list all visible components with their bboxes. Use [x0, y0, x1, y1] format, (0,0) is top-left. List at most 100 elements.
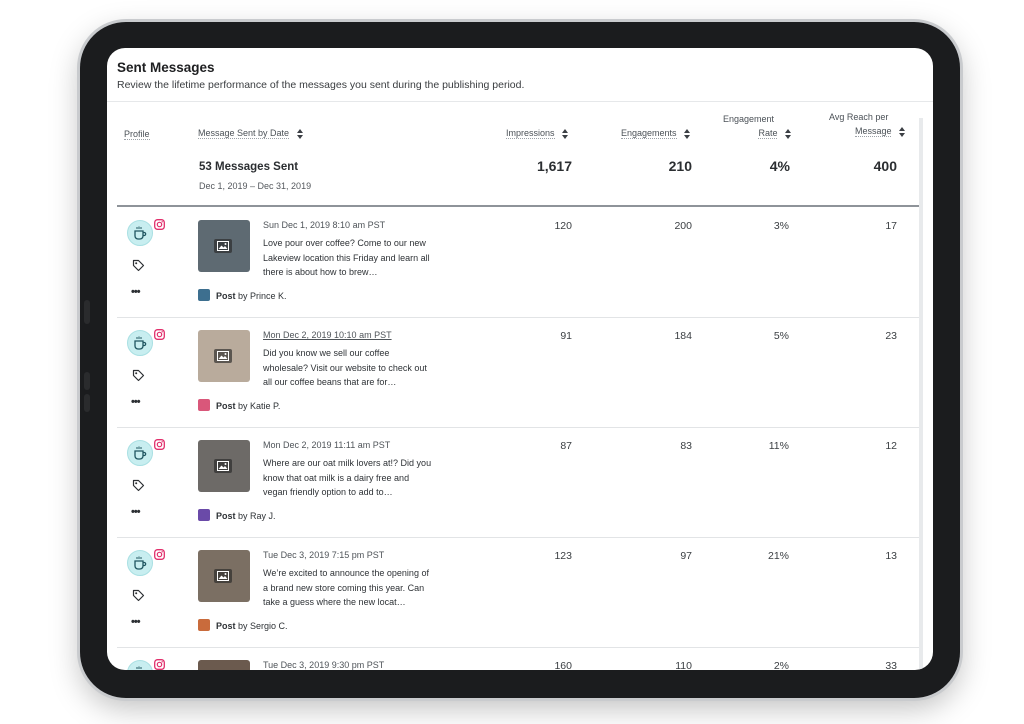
row-engagements: 110 — [675, 660, 692, 670]
message-text: Love pour over coffee? Come to our new L… — [263, 238, 430, 278]
tablet-side-button — [84, 300, 90, 324]
message-row[interactable]: ••• Sun Dec 1, 2019 8:10 am PST Love pou… — [117, 207, 919, 318]
summary-impressions: 1,617 — [536, 158, 572, 174]
message-date[interactable]: Mon Dec 2, 2019 10:10 am PST — [263, 330, 392, 340]
profile-avatar[interactable] — [127, 220, 153, 246]
image-icon — [214, 459, 232, 473]
row-impressions: 91 — [560, 330, 572, 342]
row-impressions: 120 — [554, 220, 572, 232]
coffee-cup-icon — [134, 446, 147, 460]
coffee-cup-icon — [134, 556, 147, 570]
screen: Sent Messages Review the lifetime perfor… — [107, 48, 933, 670]
more-icon[interactable]: ••• — [131, 286, 141, 298]
row-avg-reach: 12 — [885, 440, 897, 452]
tag-icon[interactable] — [132, 259, 145, 272]
sort-icon[interactable] — [296, 128, 303, 139]
post-type-label: Post — [216, 291, 236, 301]
message-text: We’re excited to announce the opening of… — [263, 568, 429, 608]
message-row[interactable]: ••• Mon Dec 2, 2019 10:10 am PST Did you… — [117, 317, 919, 428]
message-row[interactable]: ••• Mon Dec 2, 2019 11:11 am PST Where a… — [117, 427, 919, 538]
instagram-icon — [154, 659, 165, 670]
author-name: by Katie P. — [238, 401, 281, 411]
more-icon[interactable]: ••• — [131, 396, 141, 408]
profile-avatar[interactable] — [127, 660, 153, 670]
instagram-icon — [154, 219, 165, 230]
summary-engagements: 210 — [668, 158, 692, 174]
post-thumbnail[interactable] — [198, 440, 250, 492]
row-avg-reach: 33 — [885, 660, 897, 670]
image-icon — [214, 349, 232, 363]
row-engagement-rate: 2% — [773, 660, 789, 670]
message-date: Sun Dec 1, 2019 8:10 am PST — [263, 220, 386, 230]
post-thumbnail[interactable] — [198, 660, 250, 670]
column-header-profile: Profile — [124, 129, 150, 140]
column-header-avg-reach[interactable]: Avg Reach per Message — [823, 112, 905, 137]
row-engagement-rate: 5% — [773, 330, 789, 342]
author-name: by Prince K. — [238, 291, 287, 301]
summary-engagement-rate: 4% — [769, 158, 790, 174]
author-name: by Ray J. — [238, 511, 276, 521]
row-engagements: 97 — [680, 550, 692, 562]
more-icon[interactable]: ••• — [131, 506, 141, 518]
column-header-impressions[interactable]: Impressions — [506, 128, 569, 139]
post-author: Post by Katie P. — [198, 399, 280, 411]
summary-messages-sent: 53 Messages Sent — [199, 161, 299, 173]
row-engagement-rate: 11% — [768, 440, 789, 452]
post-thumbnail[interactable] — [198, 330, 250, 382]
profile-avatar[interactable] — [127, 330, 153, 356]
post-author: Post by Prince K. — [198, 289, 287, 301]
author-avatar — [198, 509, 210, 521]
author-name: by Sergio C. — [238, 621, 288, 631]
message-row[interactable]: ••• Tue Dec 3, 2019 9:30 pm PST 160 110 … — [117, 647, 919, 670]
post-author: Post by Ray J. — [198, 509, 276, 521]
message-row[interactable]: ••• Tue Dec 3, 2019 7:15 pm PST We’re ex… — [117, 537, 919, 648]
summary-date-range: Dec 1, 2019 – Dec 31, 2019 — [199, 181, 312, 191]
row-engagements: 83 — [680, 440, 692, 452]
page-title: Sent Messages — [117, 60, 215, 75]
row-engagements: 200 — [674, 220, 692, 232]
header-divider — [107, 101, 933, 102]
instagram-icon — [154, 549, 165, 560]
message-text: Where are our oat milk lovers at!? Did y… — [263, 458, 432, 498]
sort-icon[interactable] — [684, 128, 691, 139]
message-date: Tue Dec 3, 2019 9:30 pm PST — [263, 660, 385, 670]
row-impressions: 123 — [554, 550, 572, 562]
post-type-label: Post — [216, 401, 236, 411]
report-header: Sent Messages Review the lifetime perfor… — [117, 60, 933, 91]
row-engagement-rate: 3% — [773, 220, 789, 232]
post-type-label: Post — [216, 511, 236, 521]
more-icon[interactable]: ••• — [131, 616, 141, 628]
sort-icon[interactable] — [899, 126, 905, 137]
sort-icon[interactable] — [562, 128, 569, 139]
coffee-cup-icon — [134, 336, 147, 350]
tag-icon[interactable] — [132, 479, 145, 492]
table-scrollbar[interactable] — [919, 118, 923, 670]
image-icon — [214, 569, 232, 583]
row-engagements: 184 — [674, 330, 692, 342]
message-date: Tue Dec 3, 2019 7:15 pm PST — [263, 550, 385, 560]
author-avatar — [198, 619, 210, 631]
tablet-side-button — [84, 372, 90, 390]
author-avatar — [198, 289, 210, 301]
post-thumbnail[interactable] — [198, 550, 250, 602]
column-header-sent-by-date[interactable]: Message Sent by Date — [198, 128, 303, 139]
tag-icon[interactable] — [132, 369, 145, 382]
message-date: Mon Dec 2, 2019 11:11 am PST — [263, 440, 391, 450]
tablet-side-button — [84, 394, 90, 412]
column-header-engagements[interactable]: Engagements — [621, 128, 691, 139]
row-impressions: 87 — [560, 440, 572, 452]
row-avg-reach: 23 — [885, 330, 897, 342]
sort-icon[interactable] — [785, 128, 791, 139]
column-header-engagement-rate[interactable]: Engagement Rate — [723, 114, 791, 139]
row-engagement-rate: 21% — [767, 550, 789, 562]
profile-avatar[interactable] — [127, 440, 153, 466]
row-avg-reach: 17 — [885, 220, 897, 232]
tag-icon[interactable] — [132, 589, 145, 602]
page-subtitle: Review the lifetime performance of the m… — [117, 79, 525, 91]
profile-avatar[interactable] — [127, 550, 153, 576]
row-impressions: 160 — [554, 660, 572, 670]
instagram-icon — [154, 439, 165, 450]
coffee-cup-icon — [134, 226, 147, 240]
post-thumbnail[interactable] — [198, 220, 250, 272]
post-type-label: Post — [216, 621, 236, 631]
